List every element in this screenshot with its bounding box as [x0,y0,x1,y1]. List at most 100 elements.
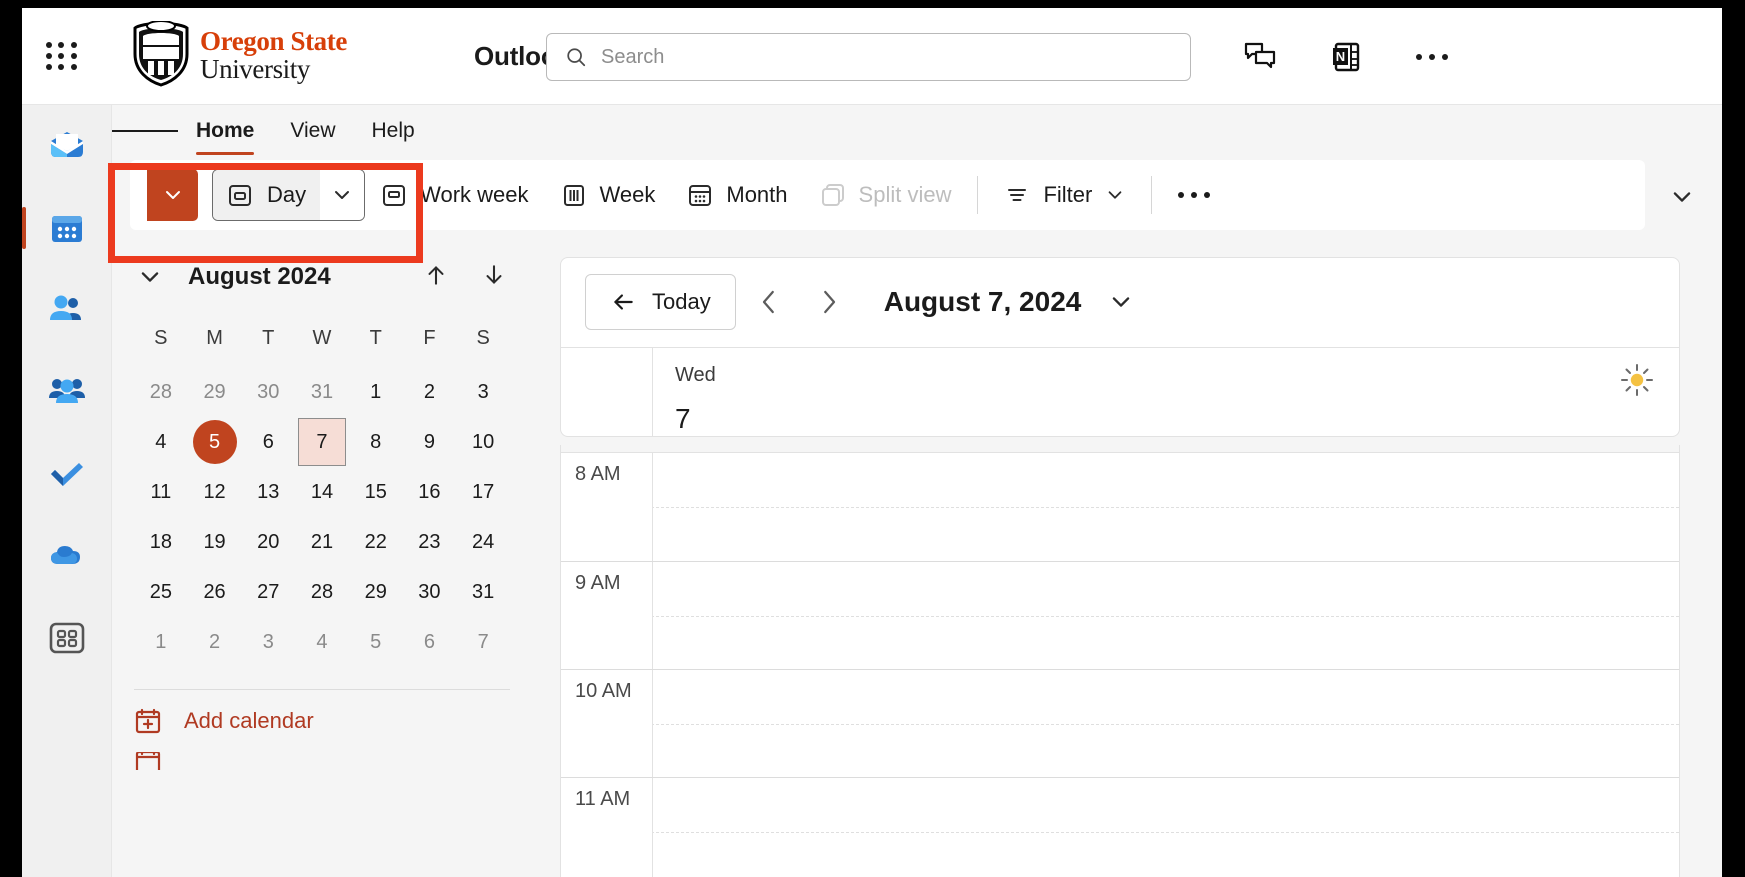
mini-calendar-day[interactable]: 5 [349,617,403,667]
ribbon-overflow-button[interactable] [1162,169,1226,221]
mini-calendar-day[interactable]: 7 [456,617,510,667]
sidebar-item-mail[interactable] [22,105,112,187]
tab-view[interactable]: View [272,105,353,157]
mini-calendar-day[interactable]: 23 [403,517,457,567]
sidebar-item-apps[interactable] [22,597,112,679]
mini-calendar-day[interactable]: 6 [241,417,295,467]
search-input[interactable]: Search [601,46,664,69]
mini-calendar-day[interactable]: 4 [295,617,349,667]
ribbon-collapse-button[interactable] [1662,183,1702,211]
time-gutter-header [561,348,653,436]
mini-calendar-day[interactable]: 30 [241,367,295,417]
mini-calendar-day[interactable]: 16 [403,467,457,517]
week-button[interactable]: Week [545,169,672,221]
split-view-button[interactable]: Split view [804,169,968,221]
mini-calendar-day[interactable]: 19 [188,517,242,567]
mini-calendar-day[interactable]: 28 [134,367,188,417]
more-options-icon[interactable] [1407,32,1457,82]
today-button[interactable]: Today [585,274,736,330]
hamburger-menu-icon[interactable] [112,105,178,157]
tab-help[interactable]: Help [354,105,433,157]
mini-calendar-day-label: 15 [364,480,387,503]
mini-calendar-day-label: 5 [192,420,237,464]
mini-calendar-day[interactable]: 2 [188,617,242,667]
mini-calendar-day[interactable]: 20 [241,517,295,567]
hour-label: 9 AM [561,562,653,669]
mini-calendar-day[interactable]: 11 [134,467,188,517]
mini-calendar-day-label: 23 [418,530,441,553]
onenote-icon[interactable]: N [1322,32,1372,82]
hour-slot[interactable] [653,562,1679,669]
mini-calendar-day[interactable]: 25 [134,567,188,617]
chat-icon[interactable] [1235,32,1285,82]
mini-calendar-prev-button[interactable] [414,253,458,297]
mini-calendar-day[interactable]: 10 [456,417,510,467]
mini-calendar-day[interactable]: 4 [134,417,188,467]
sidebar-item-groups[interactable] [22,351,112,433]
mini-calendar-day[interactable]: 13 [241,467,295,517]
command-divider [1151,176,1153,214]
mini-calendar-day-label: 9 [423,430,435,453]
mini-calendar-day[interactable]: 12 [188,467,242,517]
tab-home[interactable]: Home [178,105,272,157]
filter-button[interactable]: Filter [988,169,1141,221]
previous-day-button[interactable] [742,275,796,329]
search-box[interactable]: Search [546,33,1191,81]
mini-calendar-day[interactable]: 17 [456,467,510,517]
mini-calendar-day[interactable]: 9 [403,417,457,467]
day-column-header[interactable]: Wed 7 [653,348,1679,436]
mini-calendar-day[interactable]: 31 [295,367,349,417]
calendar-date-dropdown-button[interactable] [1099,280,1143,324]
hour-slot[interactable] [653,453,1679,561]
mini-calendar-day[interactable]: 22 [349,517,403,567]
mini-calendar-day[interactable]: 28 [295,567,349,617]
mini-calendar-day[interactable]: 26 [188,567,242,617]
sidebar-item-todo[interactable] [22,433,112,515]
mini-calendar-day[interactable]: 24 [456,517,510,567]
filter-icon [1008,189,1027,201]
day-view-button[interactable]: Day [213,170,321,220]
sidebar-item-onedrive[interactable] [22,515,112,597]
split-view-label: Split view [858,182,952,207]
add-calendar-button[interactable]: Add calendar [134,690,510,752]
day-view-dropdown-button[interactable] [320,170,365,220]
left-pane-secondary-item[interactable] [134,752,510,770]
mini-calendar-day[interactable]: 30 [403,567,457,617]
mini-calendar-day-label: 18 [149,530,172,553]
mini-calendar-day-label: 10 [472,430,495,453]
app-launcher-icon[interactable] [44,40,80,72]
calendar-left-pane: August 2024 SMTWTFS 28 29 30 31 1 2 3 4 5 6 7 8 9 10 1 [112,245,532,877]
mini-calendar-day[interactable]: 5 [188,417,242,467]
mini-calendar-day[interactable]: 31 [456,567,510,617]
mini-calendar-day[interactable]: 7 [295,417,349,467]
hour-slot[interactable] [653,670,1679,777]
mini-calendar-day[interactable]: 2 [403,367,457,417]
mini-calendar-day-label: 4 [155,430,167,453]
mini-calendar-day[interactable]: 8 [349,417,403,467]
mini-calendar-day[interactable]: 6 [403,617,457,667]
sidebar-item-calendar[interactable] [22,187,112,269]
new-event-dropdown-button[interactable] [146,169,198,221]
mini-calendar-day[interactable]: 15 [349,467,403,517]
mini-calendar-collapse-button[interactable] [126,253,174,301]
mini-calendar-day[interactable]: 29 [349,567,403,617]
month-button[interactable]: Month [671,169,803,221]
mini-calendar-next-button[interactable] [472,253,516,297]
mini-calendar-day[interactable]: 27 [241,567,295,617]
work-week-button[interactable]: Work week [365,169,544,221]
hour-slot[interactable] [653,778,1679,877]
mini-calendar-day[interactable]: 1 [349,367,403,417]
calendar-main: Today August 7, 2024 Wed 7 8 AM 9 AM 10 … [532,245,1722,877]
mini-calendar-day[interactable]: 18 [134,517,188,567]
mini-calendar-day[interactable]: 3 [456,367,510,417]
next-day-button[interactable] [802,275,856,329]
calendar-icon [135,752,161,770]
mini-calendar-day-label: 21 [310,530,334,553]
outlook-app-window: Oregon State University Outlook Search N… [22,8,1722,877]
mini-calendar-day[interactable]: 3 [241,617,295,667]
mini-calendar-day[interactable]: 29 [188,367,242,417]
mini-calendar-day[interactable]: 14 [295,467,349,517]
mini-calendar-day[interactable]: 21 [295,517,349,567]
sidebar-item-people[interactable] [22,269,112,351]
mini-calendar-day[interactable]: 1 [134,617,188,667]
